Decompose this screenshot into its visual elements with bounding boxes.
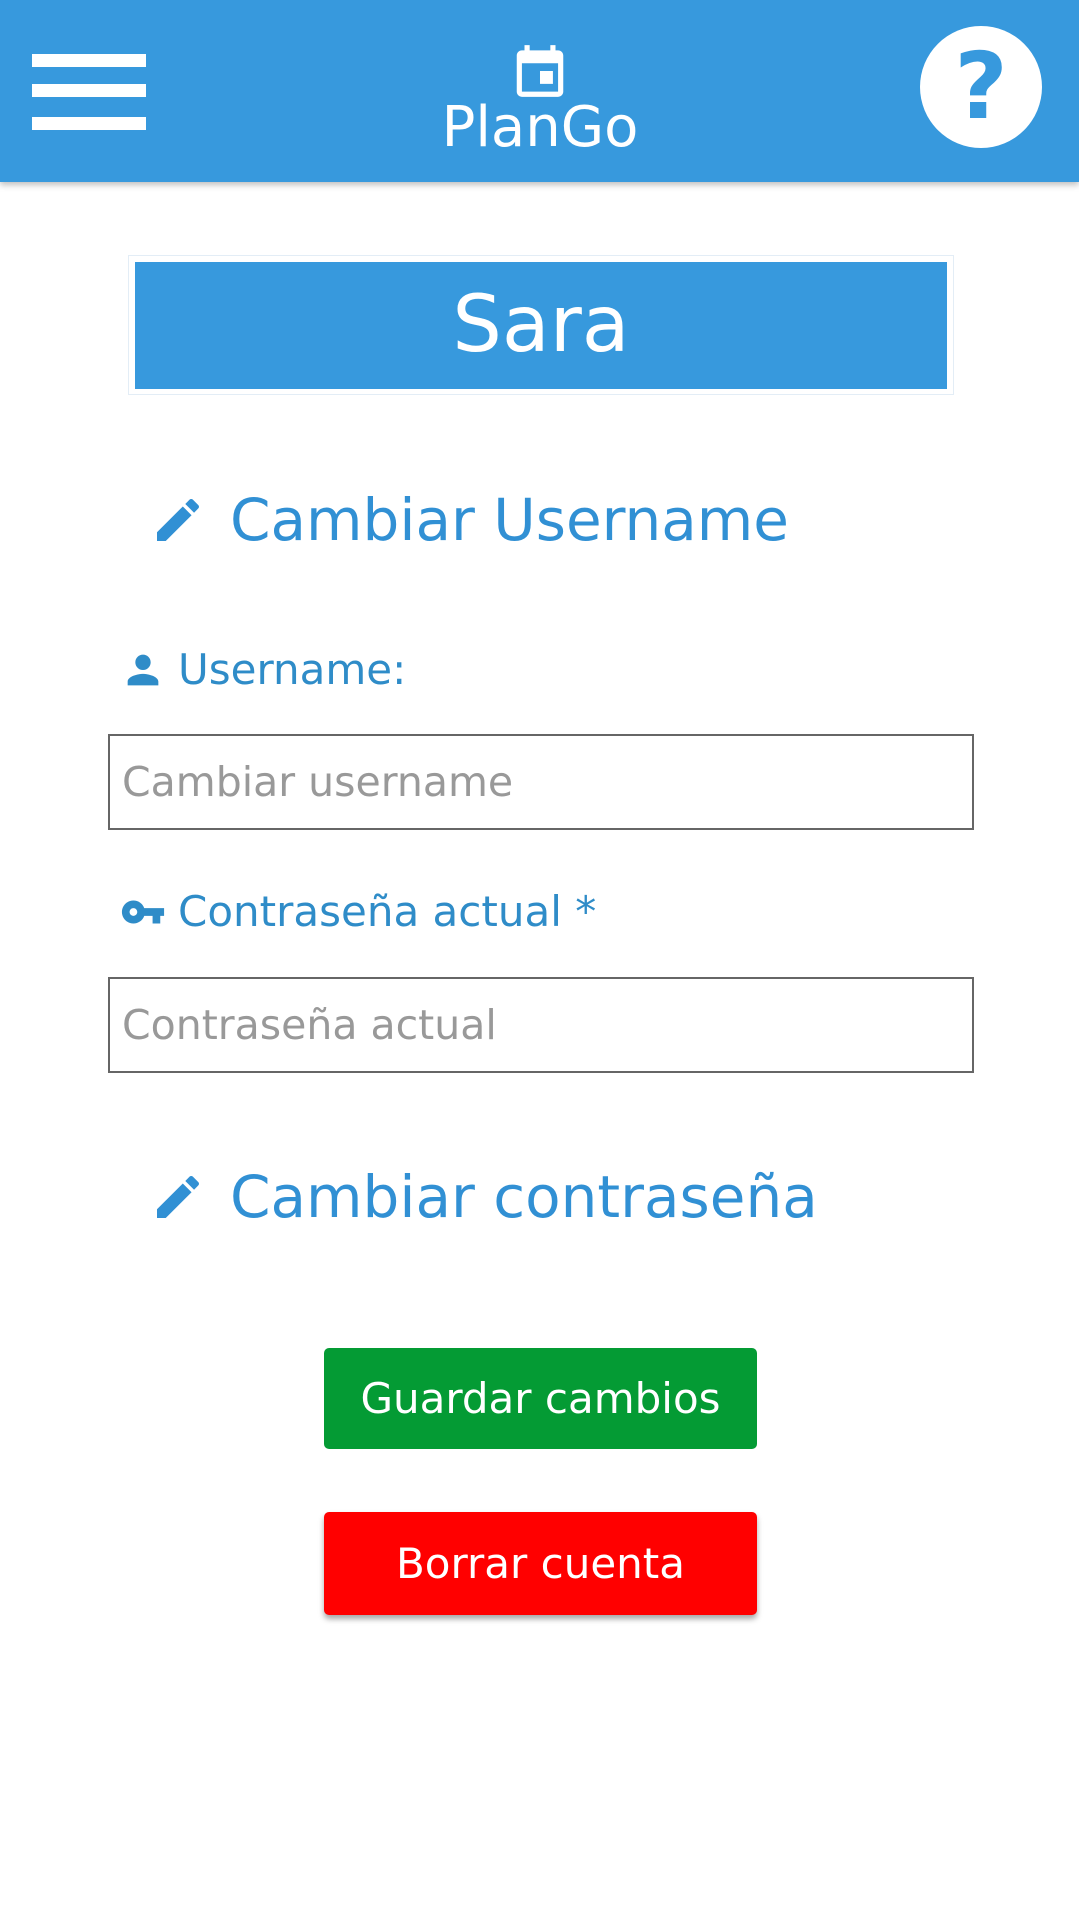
pencil-icon [157,498,200,541]
pencil-icon [157,1175,200,1218]
hamburger-menu-icon[interactable] [32,52,146,132]
username-banner: Sara [135,262,947,389]
current-password-field-label: Contraseña actual * [120,886,596,938]
calendar-icon [516,45,564,97]
user-icon [127,654,159,686]
app-header: PlanGo ? [0,0,1079,182]
username-input[interactable] [108,734,974,830]
change-password-label: Cambiar contraseña [230,1163,818,1231]
menu-line [32,84,146,97]
app-title: PlanGo [441,95,639,160]
menu-line [32,54,146,67]
save-changes-button[interactable]: Guardar cambios [324,1348,757,1449]
current-password-input[interactable] [108,977,974,1073]
help-icon: ? [954,33,1008,140]
change-password-toggle[interactable]: Cambiar contraseña [150,1157,818,1237]
username-label-text: Username: [178,645,407,694]
username-field-label: Username: [120,644,406,696]
help-button[interactable]: ? [920,26,1042,148]
change-username-label: Cambiar Username [230,486,789,554]
key-icon [121,900,165,924]
delete-account-button[interactable]: Borrar cuenta [324,1512,757,1615]
current-password-label-text: Contraseña actual * [178,887,597,936]
menu-line [32,117,146,130]
change-username-toggle[interactable]: Cambiar Username [150,480,789,560]
app-brand[interactable]: PlanGo [420,40,660,170]
